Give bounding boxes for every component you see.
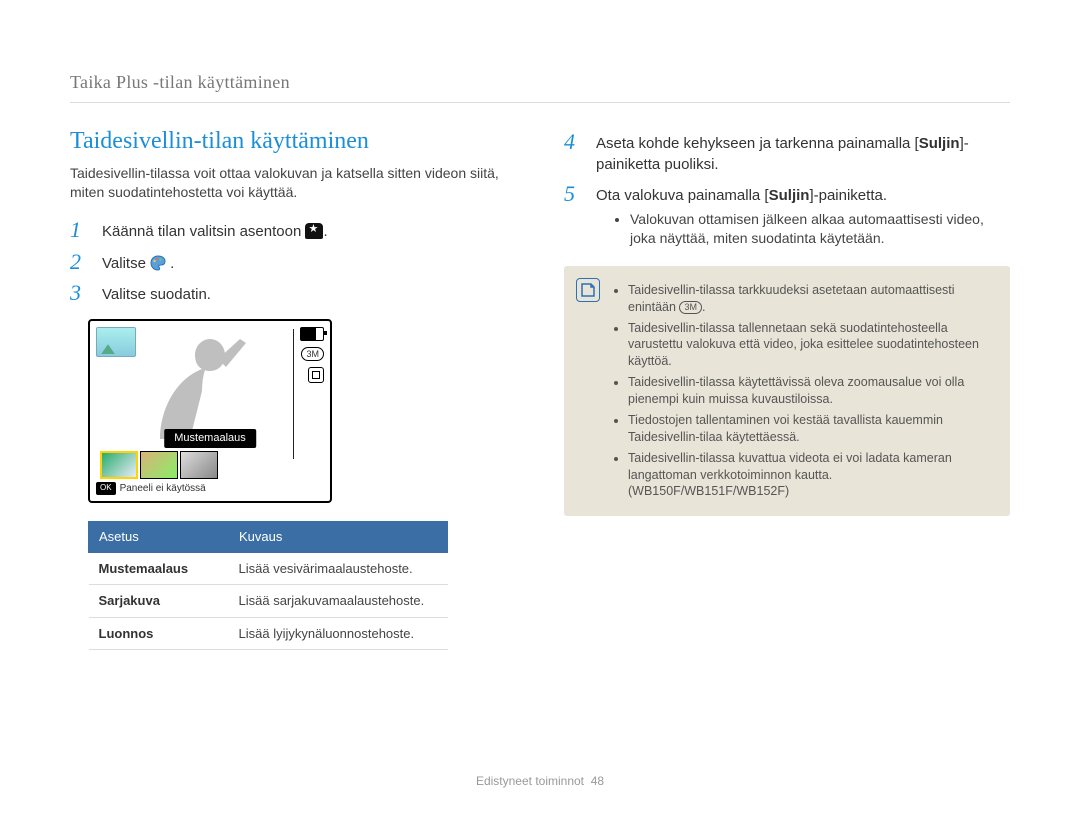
sub-bullet: Valokuvan ottamisen jälkeen alkaa automa… <box>630 210 1010 248</box>
mode-dial-icon <box>305 223 323 239</box>
preview-thumbnail-icon <box>96 327 136 357</box>
filter-name-label: Mustemaalaus <box>164 429 256 448</box>
filter-options-table: Asetus Kuvaus Mustemaalaus Lisää vesivär… <box>88 521 448 650</box>
table-header: Asetus <box>89 522 229 553</box>
step-3: 3 Valitse suodatin. <box>70 282 516 305</box>
step-text: Valitse suodatin. <box>102 282 516 305</box>
note-item: Tiedostojen tallentaminen voi kestää tav… <box>628 412 994 446</box>
battery-icon <box>300 327 324 341</box>
left-column: Taidesivellin-tilan käyttäminen Taidesiv… <box>70 125 516 650</box>
note-item: Taidesivellin-tilassa tarkkuudeksi asete… <box>628 282 994 316</box>
sub-bullet-list: Valokuvan ottamisen jälkeen alkaa automa… <box>596 210 1010 248</box>
filter-thumb <box>180 451 218 479</box>
manual-page: Taika Plus -tilan käyttäminen Taidesivel… <box>0 0 1080 815</box>
intro-text: Taidesivellin-tilassa voit ottaa valokuv… <box>70 164 516 202</box>
step-text: Aseta kohde kehykseen ja tarkenna painam… <box>596 131 1010 175</box>
note-item: Taidesivellin-tilassa käytettävissä olev… <box>628 374 994 408</box>
ok-badge-icon: OK <box>96 482 116 495</box>
table-row: Sarjakuva Lisää sarjakuvamaalaustehoste. <box>89 585 448 618</box>
filter-thumbnails <box>100 451 218 479</box>
af-indicator-icon <box>308 367 324 383</box>
step-number: 2 <box>70 251 92 273</box>
section-header: Taika Plus -tilan käyttäminen <box>70 70 1010 103</box>
note-item: Taidesivellin-tilassa kuvattua videota e… <box>628 450 994 501</box>
step-number: 4 <box>564 131 586 153</box>
camera-preview: 3M Mustemaalaus OK Paneeli ei käytössä <box>88 319 332 503</box>
step-text: Valitse . <box>102 251 516 274</box>
panel-status-text: Paneeli ei käytössä <box>120 482 206 496</box>
preview-footer: OK Paneeli ei käytössä <box>96 482 206 496</box>
step-number: 1 <box>70 219 92 241</box>
right-column: 4 Aseta kohde kehykseen ja tarkenna pain… <box>564 125 1010 650</box>
filter-thumb <box>100 451 138 479</box>
step-2: 2 Valitse . <box>70 251 516 274</box>
table-header: Kuvaus <box>229 522 448 553</box>
note-icon <box>576 278 600 302</box>
step-1: 1 Käännä tilan valitsin asentoon . <box>70 219 516 242</box>
steps-left: 1 Käännä tilan valitsin asentoon . 2 Val… <box>70 219 516 305</box>
note-list: Taidesivellin-tilassa tarkkuudeksi asete… <box>612 278 994 505</box>
page-footer: Edistyneet toiminnot 48 <box>0 773 1080 789</box>
page-title: Taidesivellin-tilan käyttäminen <box>70 125 516 157</box>
resolution-badge: 3M <box>301 347 324 361</box>
two-column-layout: Taidesivellin-tilan käyttäminen Taidesiv… <box>70 125 1010 650</box>
filter-thumb <box>140 451 178 479</box>
step-number: 3 <box>70 282 92 304</box>
step-text: Käännä tilan valitsin asentoon . <box>102 219 516 242</box>
resolution-pill-icon: 3M <box>679 301 702 314</box>
step-number: 5 <box>564 183 586 205</box>
steps-right: 4 Aseta kohde kehykseen ja tarkenna pain… <box>564 131 1010 248</box>
note-item: Taidesivellin-tilassa tallennetaan sekä … <box>628 320 994 371</box>
status-icons: 3M <box>300 327 324 383</box>
palette-icon <box>150 255 170 271</box>
table-row: Luonnos Lisää lyijykynäluonnostehoste. <box>89 617 448 650</box>
step-text: Ota valokuva painamalla [Suljin]-painike… <box>596 183 1010 248</box>
step-4: 4 Aseta kohde kehykseen ja tarkenna pain… <box>564 131 1010 175</box>
table-row: Mustemaalaus Lisää vesivärimaalaustehost… <box>89 552 448 585</box>
step-5: 5 Ota valokuva painamalla [Suljin]-paini… <box>564 183 1010 248</box>
note-callout: Taidesivellin-tilassa tarkkuudeksi asete… <box>564 266 1010 517</box>
